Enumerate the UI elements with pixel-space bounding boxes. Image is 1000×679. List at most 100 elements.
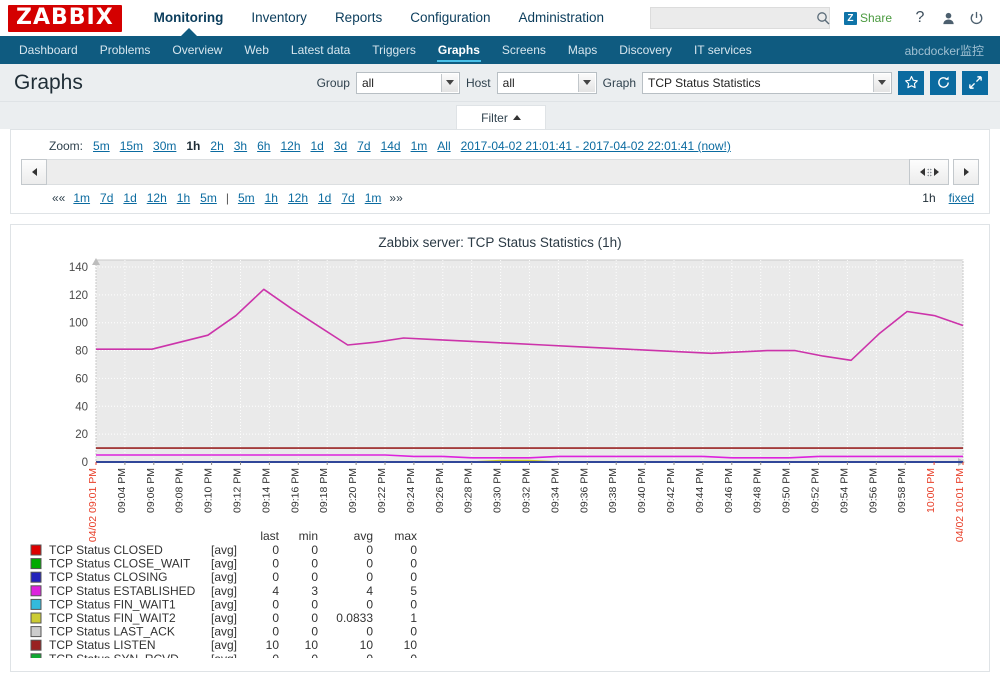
jump-back-1h[interactable]: 1h (177, 191, 190, 205)
scroll-left-button[interactable] (21, 159, 47, 185)
time-mode-link[interactable]: fixed (949, 191, 974, 205)
subnav-item-maps[interactable]: Maps (557, 36, 608, 64)
star-icon (904, 75, 918, 89)
svg-text:TCP Status CLOSE_WAIT: TCP Status CLOSE_WAIT (49, 557, 191, 571)
subnav-item-web[interactable]: Web (233, 36, 279, 64)
help-icon[interactable]: ? (906, 4, 934, 32)
scroll-right-button[interactable] (953, 159, 979, 185)
refresh-button[interactable] (930, 70, 956, 95)
svg-text:TCP Status LISTEN: TCP Status LISTEN (49, 638, 155, 652)
scroll-track[interactable] (47, 159, 909, 185)
zoom-option-7d[interactable]: 7d (357, 139, 370, 153)
search-box[interactable] (649, 7, 830, 29)
nav-inventory[interactable]: Inventory (237, 0, 321, 36)
svg-text:09:38 PM: 09:38 PM (607, 468, 619, 513)
jump-fwd-1m[interactable]: 1m (365, 191, 382, 205)
svg-text:10: 10 (360, 638, 374, 652)
svg-text:10: 10 (404, 638, 418, 652)
chevron-up-icon (512, 115, 521, 120)
chevron-down-icon[interactable] (440, 73, 458, 92)
svg-text:09:32 PM: 09:32 PM (521, 468, 533, 513)
group-select-value: all (361, 75, 374, 90)
svg-text:09:06 PM: 09:06 PM (145, 468, 157, 513)
subnav-item-dashboard[interactable]: Dashboard (8, 36, 89, 64)
jump-back-1m[interactable]: 1m (73, 191, 90, 205)
svg-text:0: 0 (272, 543, 279, 557)
zoom-option-5m[interactable]: 5m (93, 139, 110, 153)
jump-back-7d[interactable]: 7d (100, 191, 113, 205)
svg-text:0: 0 (311, 652, 318, 658)
jump-fwd-7d[interactable]: 7d (341, 191, 354, 205)
zoom-option-all[interactable]: All (437, 139, 450, 153)
zoom-option-1d[interactable]: 1d (311, 139, 324, 153)
search-input[interactable] (656, 10, 816, 26)
graph-select[interactable]: TCP Status Statistics (642, 71, 892, 94)
fullscreen-button[interactable] (962, 70, 988, 95)
svg-text:0: 0 (366, 570, 373, 584)
favorite-button[interactable] (898, 70, 924, 95)
zoom-option-12h[interactable]: 12h (280, 139, 300, 153)
svg-text:140: 140 (69, 262, 88, 274)
jump-fwd-1d[interactable]: 1d (318, 191, 331, 205)
subnav-item-it-services[interactable]: IT services (683, 36, 763, 64)
time-scrollbar[interactable] (21, 159, 979, 185)
svg-text:09:12 PM: 09:12 PM (232, 468, 244, 513)
filter-panel: Zoom: 5m 15m 30m 1h 2h 3h 6h 12h 1d 3d 7… (10, 129, 990, 214)
svg-text:4: 4 (272, 584, 279, 598)
search-icon[interactable] (816, 11, 830, 25)
filter-tab[interactable]: Filter (456, 105, 546, 129)
subnav-item-problems[interactable]: Problems (89, 36, 162, 64)
subnav-item-triggers[interactable]: Triggers (361, 36, 427, 64)
nav-reports[interactable]: Reports (321, 0, 396, 36)
tcp-status-chart: 02040608010012014004/02 09:01 PM 09:04 PM… (30, 258, 966, 658)
subnav-item-latest-data[interactable]: Latest data (280, 36, 361, 64)
scroll-grip[interactable] (909, 159, 949, 185)
jump-fwd-12h[interactable]: 12h (288, 191, 308, 205)
jump-back-1d[interactable]: 1d (123, 191, 136, 205)
nav-monitoring[interactable]: Monitoring (140, 0, 238, 36)
zoom-option-14d[interactable]: 14d (381, 139, 401, 153)
subnav-item-discovery[interactable]: Discovery (608, 36, 683, 64)
zoom-option-15m[interactable]: 15m (120, 139, 143, 153)
svg-text:09:50 PM: 09:50 PM (781, 468, 793, 513)
svg-text:0: 0 (311, 557, 318, 571)
zoom-option-1m[interactable]: 1m (411, 139, 428, 153)
user-icon[interactable] (934, 4, 962, 32)
chevron-down-icon[interactable] (577, 73, 595, 92)
triangle-right-icon (933, 168, 939, 176)
svg-text:09:44 PM: 09:44 PM (694, 468, 706, 513)
host-select[interactable]: all (496, 71, 597, 94)
zoom-option-1h[interactable]: 1h (186, 139, 200, 153)
svg-text:[avg]: [avg] (211, 570, 237, 584)
svg-text:[avg]: [avg] (211, 557, 237, 571)
graph-label: Graph (602, 75, 636, 90)
svg-text:09:54 PM: 09:54 PM (838, 468, 850, 513)
zoom-option-2h[interactable]: 2h (210, 139, 223, 153)
nav-configuration[interactable]: Configuration (396, 0, 504, 36)
power-icon[interactable] (962, 4, 990, 32)
jump-fwd-1h[interactable]: 1h (265, 191, 278, 205)
host-label: Host (465, 75, 491, 90)
subnav-item-overview[interactable]: Overview (161, 36, 233, 64)
jump-back-5m[interactable]: 5m (200, 191, 217, 205)
zoom-option-30m[interactable]: 30m (153, 139, 176, 153)
time-range-label[interactable]: 2017-04-02 21:01:41 - 2017-04-02 22:01:4… (461, 139, 731, 153)
jump-last-label[interactable]: »» (389, 191, 402, 205)
group-select[interactable]: all (355, 71, 460, 94)
svg-text:60: 60 (75, 373, 88, 385)
zoom-option-3d[interactable]: 3d (334, 139, 347, 153)
svg-text:09:56 PM: 09:56 PM (867, 468, 879, 513)
zoom-option-3h[interactable]: 3h (234, 139, 247, 153)
svg-text:0: 0 (410, 570, 417, 584)
jump-first-label[interactable]: «« (52, 191, 65, 205)
zoom-option-6h[interactable]: 6h (257, 139, 270, 153)
graph-panel: Zabbix server: TCP Status Statistics (1h… (10, 224, 990, 672)
chevron-down-icon[interactable] (873, 73, 890, 92)
subnav-item-screens[interactable]: Screens (491, 36, 557, 64)
share-button[interactable]: Z Share (843, 11, 892, 25)
svg-text:80: 80 (75, 346, 88, 358)
subnav-item-graphs[interactable]: Graphs (427, 36, 491, 64)
jump-back-12h[interactable]: 12h (147, 191, 167, 205)
jump-fwd-5m[interactable]: 5m (238, 191, 255, 205)
nav-administration[interactable]: Administration (505, 0, 619, 36)
